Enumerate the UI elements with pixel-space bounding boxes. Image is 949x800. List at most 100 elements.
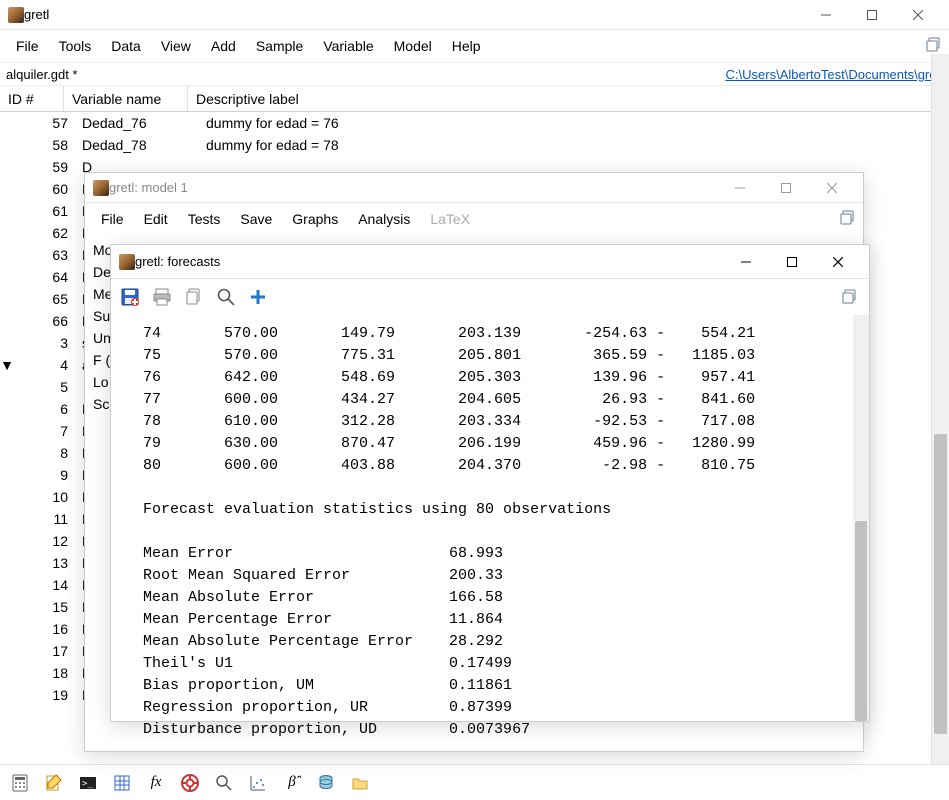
scrollbar-thumb[interactable] bbox=[934, 434, 947, 734]
menu-variable[interactable]: Variable bbox=[313, 34, 383, 58]
scatter-plot-icon[interactable] bbox=[248, 773, 268, 793]
cell-id: 10 bbox=[14, 489, 78, 505]
cell-id: 17 bbox=[14, 643, 78, 659]
database-icon[interactable] bbox=[316, 773, 336, 793]
cell-id: 14 bbox=[14, 577, 78, 593]
maximize-button[interactable] bbox=[849, 0, 895, 30]
table-row[interactable]: 58Dedad_78dummy for edad = 78 bbox=[0, 134, 949, 156]
cell-id: 9 bbox=[14, 467, 78, 483]
folder-icon[interactable] bbox=[350, 773, 370, 793]
cell-id: 18 bbox=[14, 665, 78, 681]
menu-graphs[interactable]: Graphs bbox=[282, 207, 348, 231]
menu-save[interactable]: Save bbox=[230, 207, 282, 231]
menu-tests[interactable]: Tests bbox=[178, 207, 231, 231]
model-title: gretl: model 1 bbox=[109, 180, 717, 195]
menu-analysis[interactable]: Analysis bbox=[348, 207, 420, 231]
menu-latex[interactable]: LaTeX bbox=[420, 207, 480, 231]
minimize-button[interactable] bbox=[803, 0, 849, 30]
grid-header: ID # Variable name Descriptive label bbox=[0, 86, 949, 112]
maximize-button[interactable] bbox=[763, 173, 809, 203]
cell-id: 6 bbox=[14, 401, 78, 417]
magnifier-icon[interactable] bbox=[215, 286, 237, 308]
close-button[interactable] bbox=[809, 173, 855, 203]
plus-icon[interactable] bbox=[247, 286, 269, 308]
matrix-icon[interactable] bbox=[112, 773, 132, 793]
minimize-button[interactable] bbox=[717, 173, 763, 203]
cell-desc: dummy for edad = 76 bbox=[202, 115, 949, 131]
edit-icon[interactable] bbox=[44, 773, 64, 793]
file-name-label: alquiler.gdt * bbox=[6, 67, 78, 82]
cell-id: 3 bbox=[14, 335, 78, 351]
cell-id: 19 bbox=[14, 687, 78, 703]
menu-edit[interactable]: Edit bbox=[134, 207, 178, 231]
svg-text:>_: >_ bbox=[82, 779, 93, 789]
menu-model[interactable]: Model bbox=[384, 34, 442, 58]
cell-id: 11 bbox=[14, 511, 78, 527]
menu-add[interactable]: Add bbox=[201, 34, 246, 58]
beta-hat-icon[interactable]: β̂ bbox=[282, 773, 302, 793]
maximize-button[interactable] bbox=[769, 247, 815, 277]
cell-id: 13 bbox=[14, 555, 78, 571]
forecast-scrollbar[interactable] bbox=[853, 315, 869, 721]
file-path-row: alquiler.gdt * C:\Users\AlbertoTest\Docu… bbox=[0, 62, 949, 86]
window-stack-icon[interactable] bbox=[839, 209, 857, 230]
menu-file[interactable]: File bbox=[6, 34, 49, 58]
cell-id: 64 bbox=[14, 269, 78, 285]
col-id[interactable]: ID # bbox=[0, 86, 64, 111]
main-menubar: FileToolsDataViewAddSampleVariableModelH… bbox=[0, 30, 949, 62]
cell-id: 57 bbox=[14, 115, 78, 131]
close-button[interactable] bbox=[815, 247, 861, 277]
cell-id: 4 bbox=[14, 357, 78, 373]
cell-desc: dummy for edad = 78 bbox=[202, 137, 949, 153]
main-scrollbar[interactable] bbox=[931, 54, 949, 764]
cell-id: 66 bbox=[14, 313, 78, 329]
menu-sample[interactable]: Sample bbox=[246, 34, 313, 58]
menu-help[interactable]: Help bbox=[442, 34, 491, 58]
menu-file[interactable]: File bbox=[91, 207, 134, 231]
forecast-text[interactable]: 74 570.00 149.79 203.139 -254.63 - 554.2… bbox=[111, 315, 869, 749]
col-name[interactable]: Variable name bbox=[64, 86, 188, 111]
cell-id: 8 bbox=[14, 445, 78, 461]
forecast-titlebar[interactable]: gretl: forecasts bbox=[111, 245, 869, 279]
gretl-app-icon bbox=[93, 180, 109, 196]
col-desc[interactable]: Descriptive label bbox=[188, 86, 949, 111]
main-titlebar: gretl bbox=[0, 0, 949, 30]
magnifier-icon[interactable] bbox=[214, 773, 234, 793]
calculator-icon[interactable] bbox=[10, 773, 30, 793]
cell-id: 63 bbox=[14, 247, 78, 263]
cell-id: 12 bbox=[14, 533, 78, 549]
function-icon[interactable]: fx bbox=[146, 773, 166, 793]
statusbar: >_ fx β̂ bbox=[0, 764, 949, 800]
forecast-title: gretl: forecasts bbox=[135, 254, 723, 269]
main-title: gretl bbox=[24, 7, 803, 22]
forecast-toolbar bbox=[111, 279, 869, 315]
window-stack-icon[interactable] bbox=[839, 286, 861, 308]
close-button[interactable] bbox=[895, 0, 941, 30]
minimize-button[interactable] bbox=[723, 247, 769, 277]
model-titlebar[interactable]: gretl: model 1 bbox=[85, 173, 863, 203]
cell-id: 58 bbox=[14, 137, 78, 153]
gretl-app-icon bbox=[8, 7, 24, 23]
cell-id: 61 bbox=[14, 203, 78, 219]
table-row[interactable]: 57Dedad_76dummy for edad = 76 bbox=[0, 112, 949, 134]
cell-id: 62 bbox=[14, 225, 78, 241]
console-icon[interactable]: >_ bbox=[78, 773, 98, 793]
model-menubar: FileEditTestsSaveGraphsAnalysisLaTeX bbox=[85, 203, 863, 235]
cell-varname: Dedad_78 bbox=[78, 137, 202, 153]
gretl-app-icon bbox=[119, 254, 135, 270]
print-icon[interactable] bbox=[151, 286, 173, 308]
menu-view[interactable]: View bbox=[151, 34, 201, 58]
save-icon[interactable] bbox=[119, 286, 141, 308]
cell-id: 7 bbox=[14, 423, 78, 439]
cell-id: 59 bbox=[14, 159, 78, 175]
forecast-window[interactable]: gretl: forecasts 74 570.00 149.79 203.13… bbox=[110, 244, 870, 722]
menu-data[interactable]: Data bbox=[101, 34, 151, 58]
lifebuoy-icon[interactable] bbox=[180, 773, 200, 793]
copy-icon[interactable] bbox=[183, 286, 205, 308]
scrollbar-thumb[interactable] bbox=[855, 521, 867, 721]
cell-id: 60 bbox=[14, 181, 78, 197]
file-path-link[interactable]: C:\Users\AlbertoTest\Documents\gretl bbox=[726, 67, 943, 82]
cell-varname: Dedad_76 bbox=[78, 115, 202, 131]
cell-id: 15 bbox=[14, 599, 78, 615]
menu-tools[interactable]: Tools bbox=[49, 34, 102, 58]
